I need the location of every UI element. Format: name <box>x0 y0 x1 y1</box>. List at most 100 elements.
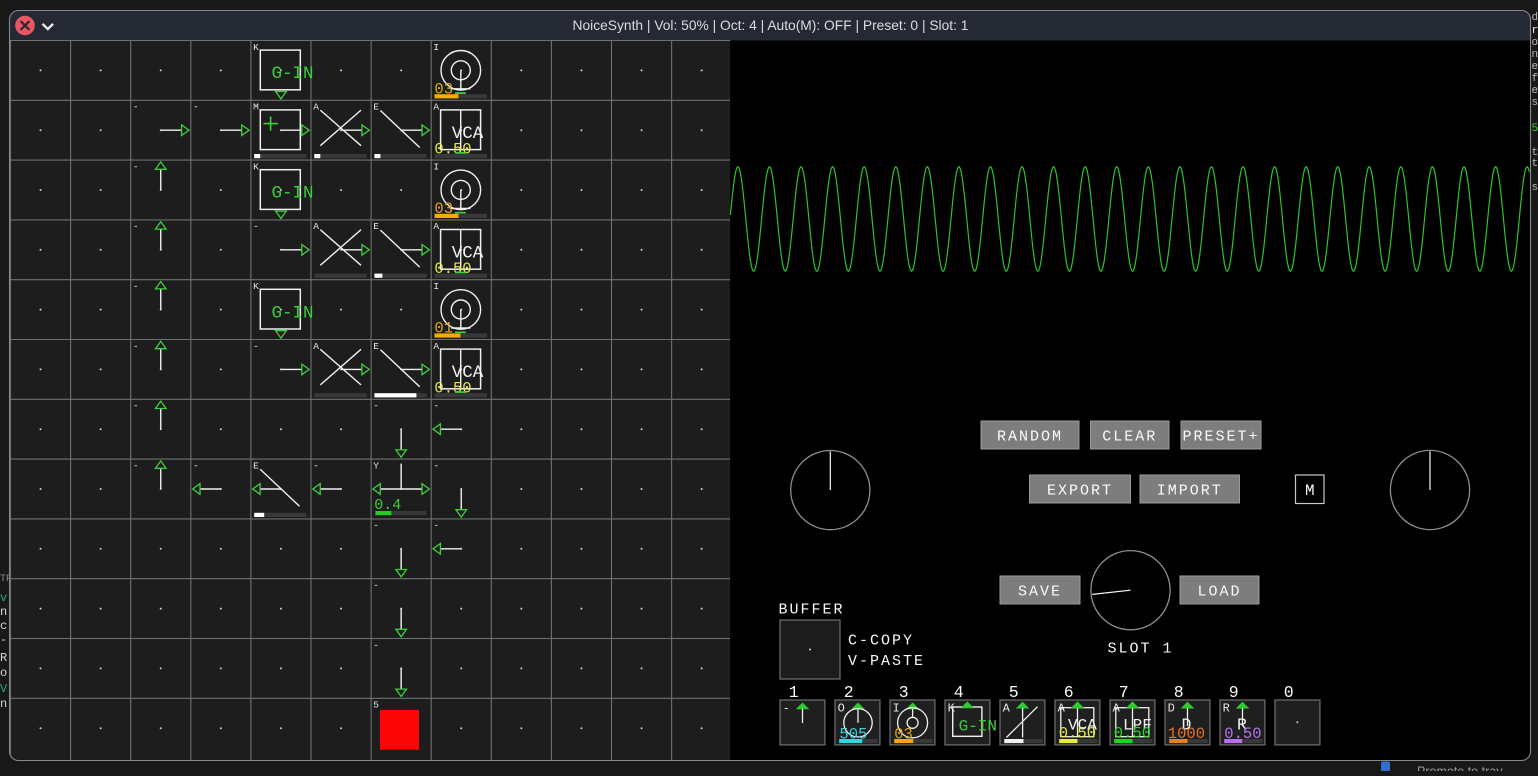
svg-text:G-IN: G-IN <box>272 64 314 84</box>
svg-text:01: 01 <box>434 320 453 338</box>
svg-text:s: s <box>1532 182 1538 194</box>
svg-text:IMPORT: IMPORT <box>1157 482 1223 499</box>
svg-text:I: I <box>433 281 439 292</box>
svg-text:NoiceSynth | Vol: 50% | Oct: 4: NoiceSynth | Vol: 50% | Oct: 4 | Auto(M)… <box>573 18 969 33</box>
svg-text:f: f <box>1532 73 1538 85</box>
svg-text:RANDOM: RANDOM <box>997 428 1063 445</box>
svg-text:E: E <box>373 102 379 113</box>
svg-text:1: 1 <box>789 683 799 702</box>
svg-text:e: e <box>1532 85 1538 97</box>
svg-text:4: 4 <box>954 683 964 702</box>
svg-text:I: I <box>893 701 900 715</box>
svg-text:A: A <box>433 221 439 232</box>
svg-text:-: - <box>253 341 259 352</box>
svg-text:-: - <box>133 341 139 352</box>
svg-text:d: d <box>1532 12 1538 24</box>
svg-text:8: 8 <box>1174 683 1184 702</box>
svg-text:-: - <box>133 102 139 113</box>
svg-text:CLEAR: CLEAR <box>1102 428 1157 445</box>
svg-text:-: - <box>133 281 139 292</box>
svg-text:A: A <box>313 102 319 113</box>
svg-text:03: 03 <box>434 200 453 218</box>
svg-text:C-COPY: C-COPY <box>848 633 914 650</box>
svg-text:6: 6 <box>1064 683 1074 702</box>
svg-text:LOAD: LOAD <box>1197 583 1241 600</box>
svg-text:0.50: 0.50 <box>1059 725 1096 743</box>
svg-text:PRESET+: PRESET+ <box>1182 428 1259 445</box>
svg-text:03: 03 <box>894 726 913 744</box>
svg-text:-: - <box>433 401 439 412</box>
svg-text:-: - <box>193 102 199 113</box>
svg-text:n: n <box>1532 49 1538 61</box>
svg-text:-: - <box>373 401 379 412</box>
svg-text:2: 2 <box>844 683 854 702</box>
svg-text:-: - <box>133 221 139 232</box>
svg-text:K: K <box>253 161 259 172</box>
svg-text:0.50: 0.50 <box>434 140 471 158</box>
svg-text:9: 9 <box>1229 683 1239 702</box>
svg-text:A: A <box>313 341 319 352</box>
svg-text:-: - <box>433 520 439 531</box>
svg-text:t: t <box>1532 158 1538 170</box>
svg-text:A: A <box>433 341 439 352</box>
svg-text:V-PASTE: V-PASTE <box>848 653 925 670</box>
svg-text:5: 5 <box>373 700 379 711</box>
svg-text:Promote to tray: Promote to tray <box>1417 765 1503 772</box>
svg-text:A: A <box>313 221 319 232</box>
svg-text:Y: Y <box>373 460 379 471</box>
svg-text:BUFFER: BUFFER <box>779 602 845 619</box>
svg-text:A: A <box>433 102 439 113</box>
svg-text:K: K <box>948 701 956 715</box>
svg-text:E: E <box>373 341 379 352</box>
svg-text:-: - <box>433 460 439 471</box>
svg-text:03: 03 <box>434 81 453 99</box>
svg-text:V: V <box>0 682 8 696</box>
svg-text:-: - <box>253 221 259 232</box>
svg-text:r: r <box>1532 25 1538 37</box>
svg-text:-: - <box>133 161 139 172</box>
svg-text:E: E <box>253 460 259 471</box>
svg-text:v: v <box>0 591 7 605</box>
svg-text:K: K <box>253 281 259 292</box>
svg-text:e: e <box>1532 61 1538 73</box>
svg-text:-: - <box>193 460 199 471</box>
svg-text:O: O <box>838 701 845 715</box>
svg-text:3: 3 <box>899 683 909 702</box>
svg-text:-: - <box>313 460 319 471</box>
svg-text:I: I <box>433 161 439 172</box>
svg-text:n: n <box>0 605 7 619</box>
svg-text:-: - <box>133 401 139 412</box>
svg-text:0.50: 0.50 <box>1114 725 1151 743</box>
svg-text:A: A <box>1003 701 1011 715</box>
svg-text:0.50: 0.50 <box>1224 725 1261 743</box>
svg-text:I: I <box>433 42 439 53</box>
svg-text:-: - <box>0 633 7 647</box>
svg-text:5: 5 <box>1532 123 1538 135</box>
svg-text:o: o <box>1532 37 1538 49</box>
svg-text:-: - <box>783 701 790 715</box>
svg-text:o: o <box>0 666 7 680</box>
svg-text:R: R <box>0 651 7 665</box>
svg-text:0.50: 0.50 <box>434 260 471 278</box>
svg-text:1000: 1000 <box>1168 725 1205 743</box>
svg-text:G-IN: G-IN <box>272 303 314 323</box>
svg-text:7: 7 <box>1119 683 1129 702</box>
svg-text:505: 505 <box>839 726 867 744</box>
svg-text:s: s <box>1532 97 1538 109</box>
svg-text:5: 5 <box>1009 683 1019 702</box>
svg-text:-: - <box>133 460 139 471</box>
svg-text:-: - <box>373 520 379 531</box>
svg-text:EXPORT: EXPORT <box>1047 482 1113 499</box>
svg-text:0.50: 0.50 <box>434 380 471 398</box>
svg-text:0: 0 <box>1284 683 1294 702</box>
svg-text:G-IN: G-IN <box>272 184 314 204</box>
svg-text:M: M <box>1305 482 1315 500</box>
svg-text:-: - <box>373 580 379 591</box>
svg-text:-: - <box>373 640 379 651</box>
svg-text:SLOT 1: SLOT 1 <box>1108 641 1174 658</box>
svg-text:D: D <box>1168 701 1175 715</box>
svg-text:n: n <box>0 697 7 711</box>
svg-text:K: K <box>253 42 259 53</box>
svg-text:SAVE: SAVE <box>1018 583 1062 600</box>
svg-text:G-IN: G-IN <box>959 718 997 736</box>
